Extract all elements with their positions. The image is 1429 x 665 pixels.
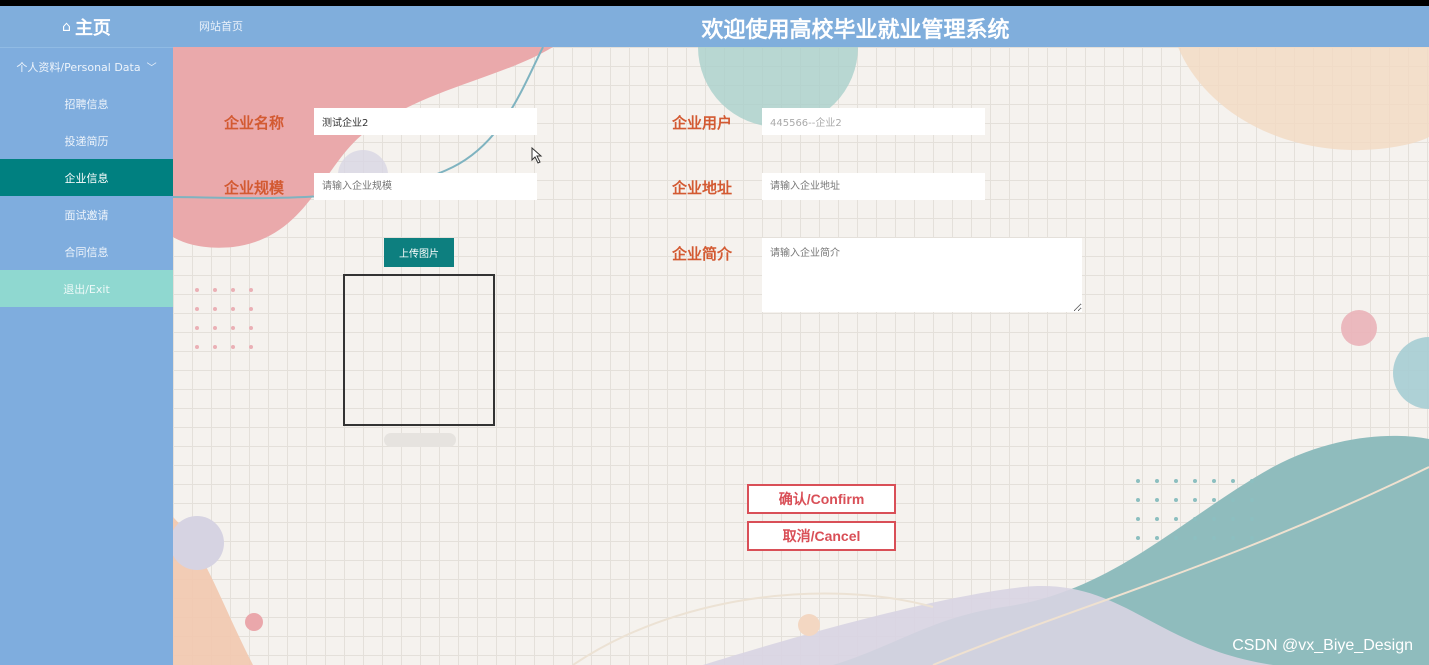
upload-image-button[interactable]: 上传图片 <box>384 238 454 267</box>
company-scale-input[interactable] <box>314 173 537 200</box>
mouse-cursor-icon <box>531 147 543 164</box>
sidebar-item-resume[interactable]: 投递简历 <box>0 122 173 159</box>
sidebar-item-contract[interactable]: 合同信息 <box>0 233 173 270</box>
company-intro-label: 企业简介 <box>672 245 733 263</box>
chevron-down-icon: ﹀ <box>146 63 157 74</box>
image-preview <box>343 274 495 426</box>
sidebar-item-interview[interactable]: 面试邀请 <box>0 196 173 233</box>
company-address-label: 企业地址 <box>672 179 733 197</box>
sidebar-item-company-info[interactable]: 企业信息 <box>0 159 173 196</box>
company-name-input[interactable] <box>314 108 537 135</box>
company-scale-label: 企业规模 <box>224 179 285 197</box>
company-address-input[interactable] <box>762 173 985 200</box>
company-name-label: 企业名称 <box>224 114 285 132</box>
sidebar-group-label: 个人资料/Personal Data <box>16 60 141 74</box>
company-user-label: 企业用户 <box>672 114 733 132</box>
sidebar-group-personal-data[interactable]: 个人资料/Personal Data ﹀ <box>0 48 173 85</box>
confirm-button[interactable]: 确认/Confirm <box>747 484 896 514</box>
system-title: 欢迎使用高校毕业就业管理系统 <box>701 18 1010 43</box>
sidebar: 个人资料/Personal Data ﹀ 招聘信息 投递简历 企业信息 面试邀请… <box>0 47 173 665</box>
sidebar-item-recruitment[interactable]: 招聘信息 <box>0 85 173 122</box>
header-bar: ⌂ 主页 网站首页 欢迎使用高校毕业就业管理系统 <box>0 6 1429 47</box>
sidebar-item-exit[interactable]: 退出/Exit <box>0 270 173 307</box>
cancel-button[interactable]: 取消/Cancel <box>747 521 896 551</box>
company-user-input[interactable] <box>762 108 985 135</box>
main-content: 企业名称 企业用户 企业规模 企业地址 上传图片 企业简介 确认/Confirm… <box>173 47 1429 665</box>
image-preview-shadow <box>384 433 456 447</box>
company-intro-textarea[interactable] <box>762 238 1082 312</box>
watermark-text: CSDN @vx_Biye_Design <box>1232 637 1413 654</box>
